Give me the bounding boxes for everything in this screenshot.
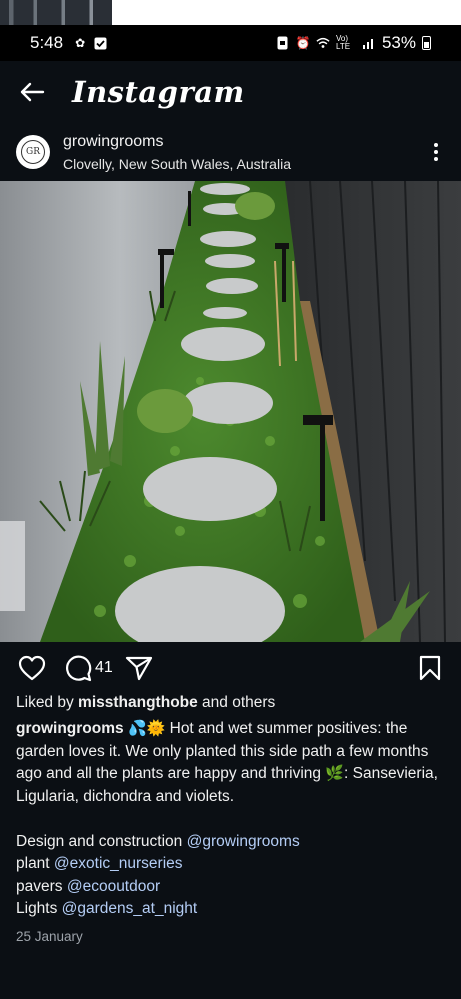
post-username[interactable]: growingrooms [63, 133, 291, 151]
previous-content-strip [0, 0, 461, 25]
caption-body: growingrooms 💦🌞 Hot and wet summer posit… [16, 718, 446, 808]
status-time: 5:48 [30, 33, 64, 52]
signal-icon [362, 36, 376, 50]
credit-label: Design and construction [16, 832, 187, 850]
instagram-logo: Instagram [72, 75, 245, 109]
likes-suffix: and others [197, 694, 276, 711]
alarm-icon: ⏰ [295, 36, 311, 50]
status-bar: 5:48 ✿ ⏰ Vo) LTE 53% [0, 25, 461, 61]
post-header: GR growingrooms Clovelly, New South Wale… [0, 123, 461, 181]
save-button[interactable] [419, 655, 441, 681]
status-left-icons: ✿ [73, 36, 107, 50]
bookmark-icon [419, 655, 441, 681]
app-header: Instagram [0, 61, 461, 123]
post-actions: 41 [0, 650, 461, 686]
caption-username[interactable]: growingrooms [16, 720, 124, 737]
comment-count: 41 [95, 659, 113, 676]
checkbox-notification-icon [93, 36, 107, 50]
more-dot-icon [434, 157, 438, 161]
previous-image-thumb [0, 0, 112, 25]
credit-line: pavers @ecooutdoor [16, 876, 446, 899]
notification-leaf-icon: ✿ [75, 36, 86, 50]
mention-link[interactable]: @gardens_at_night [62, 900, 198, 917]
arrow-left-icon [20, 82, 45, 102]
mention-link[interactable]: @growingrooms [187, 833, 300, 850]
more-options-button[interactable] [429, 140, 443, 164]
avatar-monogram: GR [21, 140, 45, 164]
comment-button[interactable]: 41 [64, 654, 113, 682]
more-dot-icon [434, 150, 438, 154]
battery-icon [422, 36, 431, 50]
send-icon [125, 656, 152, 681]
post-author-info: growingrooms Clovelly, New South Wales, … [63, 133, 291, 172]
battery-percentage: 53% [381, 33, 416, 52]
credit-line: Lights @gardens_at_night [16, 898, 446, 921]
likes-prefix: Liked by [16, 694, 79, 711]
more-dot-icon [434, 143, 438, 147]
credit-line: Design and construction @growingrooms [16, 831, 446, 854]
credit-label: plant [16, 855, 54, 872]
volte-label: Vo) LTE [335, 34, 351, 51]
likes-summary[interactable]: Liked by missthangthobe and others [16, 694, 275, 712]
garden-path-photo [0, 181, 461, 642]
mention-link[interactable]: @ecooutdoor [67, 878, 160, 895]
status-right-icons: ⏰ Vo) LTE 53% [276, 33, 431, 53]
share-button[interactable] [125, 655, 153, 681]
comment-icon [66, 655, 92, 682]
like-button[interactable] [18, 655, 46, 681]
herb-emoji: 🌿 [325, 765, 345, 782]
post-location[interactable]: Clovelly, New South Wales, Australia [63, 156, 291, 172]
wifi-calling-icon [316, 36, 330, 50]
post-date: 25 January [16, 929, 83, 944]
avatar[interactable]: GR [16, 135, 50, 169]
heart-icon [18, 655, 46, 681]
mention-link[interactable]: @exotic_nurseries [54, 855, 183, 872]
post-photo[interactable] [0, 181, 461, 642]
credit-label: Lights [16, 900, 62, 917]
post-caption: growingrooms 💦🌞 Hot and wet summer posit… [16, 718, 446, 921]
back-button[interactable] [14, 74, 50, 110]
credit-line: plant @exotic_nurseries [16, 853, 446, 876]
liked-by-user[interactable]: missthangthobe [78, 694, 198, 711]
droplets-sun-emoji: 💦🌞 [127, 720, 166, 737]
card-notification-icon [276, 36, 290, 50]
credits-list: Design and construction @growingrooms pl… [16, 831, 446, 921]
credit-label: pavers [16, 877, 67, 895]
